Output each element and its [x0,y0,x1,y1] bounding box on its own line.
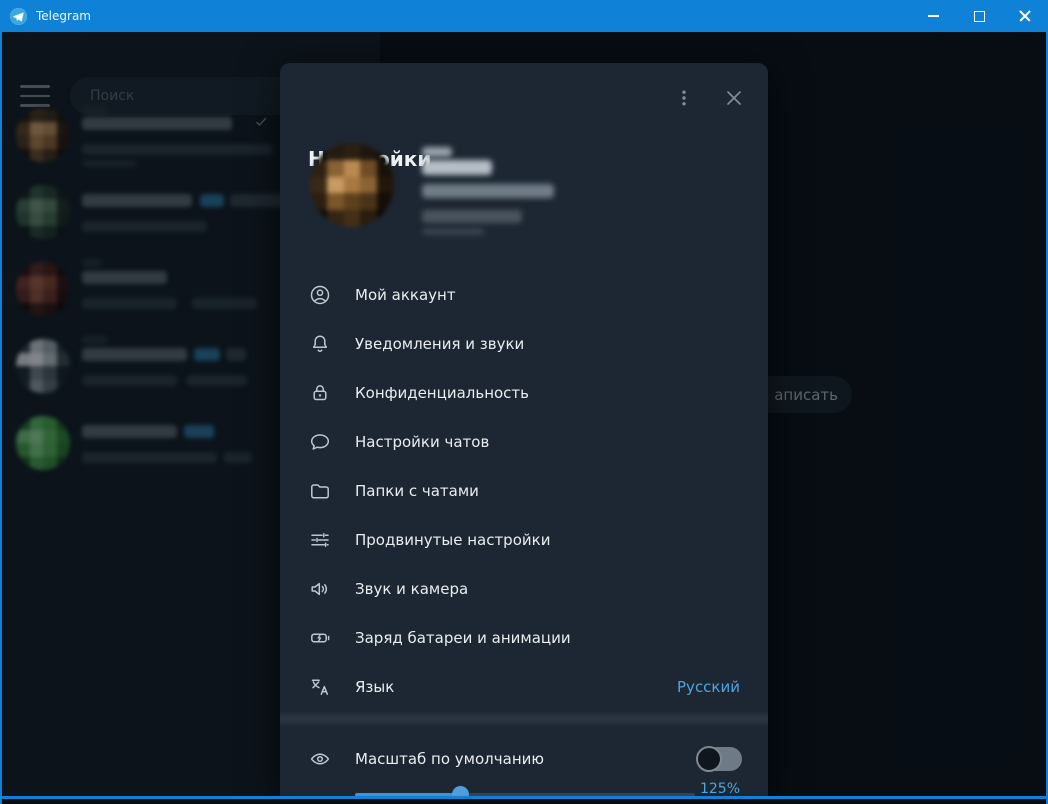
redacted-username [422,210,522,223]
window-title: Telegram [36,9,91,23]
user-circle-icon [310,285,330,304]
menu-item-chat-folders[interactable]: Папки с чатами [280,466,768,515]
chat-bubble-icon [310,433,330,450]
menu-item-notifications[interactable]: Уведомления и звуки [280,319,768,368]
window-border [0,796,1048,799]
bell-icon [312,334,328,352]
default-zoom-label: Масштаб по умолчанию [355,750,545,768]
battery-charge-icon [311,632,330,643]
close-window-icon [1019,10,1031,22]
translate-icon [311,678,329,695]
sliders-icon [311,532,329,547]
zoom-percent-label: 125% [699,781,740,797]
speaker-icon [311,582,327,595]
menu-item-label: Настройки чатов [355,432,490,451]
menu-item-power-saving[interactable]: Заряд батареи и анимации [280,613,768,662]
redacted-profile-name [422,160,492,175]
menu-item-privacy[interactable]: Конфиденциальность [280,368,768,417]
maximize-button[interactable] [956,0,1002,32]
language-value: Русский [677,677,740,696]
profile-avatar[interactable] [310,143,394,227]
folder-icon [311,483,329,499]
window-border [0,32,2,804]
menu-item-label: Уведомления и звуки [355,334,525,353]
settings-modal: Настройки Мой аккаунт Уведомления и звук… [280,63,768,804]
minimize-icon [927,15,939,17]
redacted-phone-number [422,184,554,198]
default-zoom-toggle[interactable] [696,746,742,772]
menu-item-chat-settings[interactable]: Настройки чатов [280,417,768,466]
maximize-icon [973,10,985,22]
menu-item-label: Мой аккаунт [355,285,456,304]
menu-item-label: Заряд батареи и анимации [355,628,571,647]
menu-item-language[interactable]: Язык Русский [280,662,768,711]
window-edge [0,799,1048,804]
menu-item-label: Конфиденциальность [355,383,530,402]
redacted-username [422,228,484,235]
menu-item-label: Папки с чатами [355,481,479,500]
close-window-button[interactable] [1002,0,1048,32]
more-options-button[interactable] [670,84,698,112]
minimize-button[interactable] [910,0,956,32]
close-icon [727,91,741,105]
menu-item-label: Звук и камера [355,579,469,598]
menu-item-my-account[interactable]: Мой аккаунт [280,270,768,319]
menu-item-label: Продвинутые настройки [355,530,551,549]
default-zoom-row[interactable]: Масштаб по умолчанию [280,737,768,781]
settings-menu: Мой аккаунт Уведомления и звуки Конфиден… [280,270,768,711]
lock-icon [313,384,327,400]
kebab-menu-icon [682,90,686,106]
eye-icon [310,753,330,765]
toggle-knob [696,746,722,772]
section-divider [280,711,768,727]
close-settings-button[interactable] [720,84,748,112]
menu-item-advanced[interactable]: Продвинутые настройки [280,515,768,564]
telegram-logo-icon [10,7,27,25]
title-bar: Telegram [0,0,1048,32]
menu-item-label: Язык [355,677,395,696]
menu-item-sound-camera[interactable]: Звук и камера [280,564,768,613]
redacted-profile-name [422,147,452,157]
